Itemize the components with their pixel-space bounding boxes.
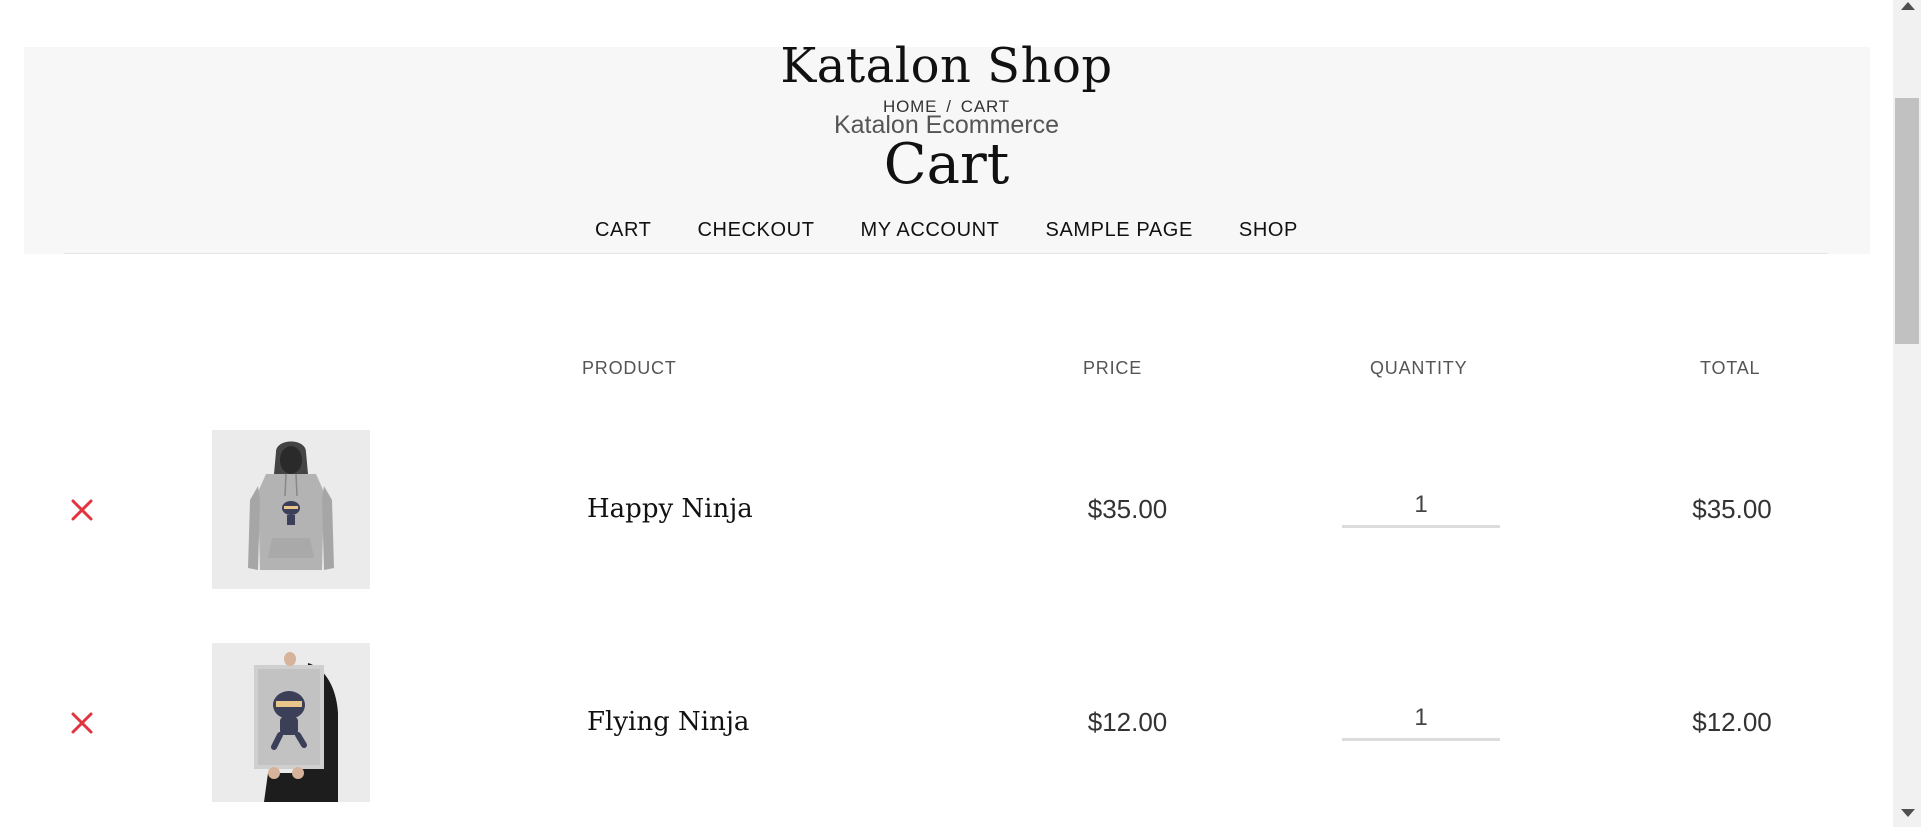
nav-item-cart[interactable]: CART xyxy=(595,216,651,244)
scrollbar-thumb[interactable] xyxy=(1895,98,1919,344)
scroll-up-arrow-icon[interactable] xyxy=(1901,2,1915,10)
column-header-product: PRODUCT xyxy=(582,358,677,378)
nav-item-checkout[interactable]: CHECKOUT xyxy=(697,216,814,244)
poster-image[interactable] xyxy=(212,643,370,802)
site-title[interactable]: Katalon Shop xyxy=(0,36,1893,96)
scroll-down-arrow-icon[interactable] xyxy=(1901,809,1915,817)
cart-row: Flying Ninja $12.00 $12.00 xyxy=(0,643,1893,803)
header-divider xyxy=(64,253,1828,254)
main-nav: CART CHECKOUT MY ACCOUNT SAMPLE PAGE SHO… xyxy=(0,216,1893,244)
product-name[interactable]: Happy Ninja xyxy=(587,492,753,526)
hoodie-image[interactable] xyxy=(212,430,370,589)
product-price: $35.00 xyxy=(1087,494,1168,524)
quantity-input[interactable] xyxy=(1342,484,1500,528)
remove-item-icon[interactable] xyxy=(66,494,98,526)
column-header-quantity: QUANTITY xyxy=(1370,358,1468,378)
line-total: $12.00 xyxy=(1692,707,1772,737)
page-title: Cart xyxy=(883,132,1010,197)
cart-row: Happy Ninja $35.00 $35.00 xyxy=(0,430,1893,590)
remove-item-icon[interactable] xyxy=(66,707,98,739)
product-price: $12.00 xyxy=(1087,707,1168,737)
product-name[interactable]: Flying Ninja xyxy=(587,705,749,739)
nav-item-shop[interactable]: SHOP xyxy=(1239,216,1298,244)
column-header-price: PRICE xyxy=(1083,358,1143,378)
line-total: $35.00 xyxy=(1692,494,1772,524)
quantity-input[interactable] xyxy=(1342,697,1500,741)
column-header-total: TOTAL xyxy=(1700,358,1761,378)
nav-item-my-account[interactable]: MY ACCOUNT xyxy=(861,216,1000,244)
vertical-scrollbar[interactable] xyxy=(1893,0,1921,827)
nav-item-sample-page[interactable]: SAMPLE PAGE xyxy=(1046,216,1193,244)
